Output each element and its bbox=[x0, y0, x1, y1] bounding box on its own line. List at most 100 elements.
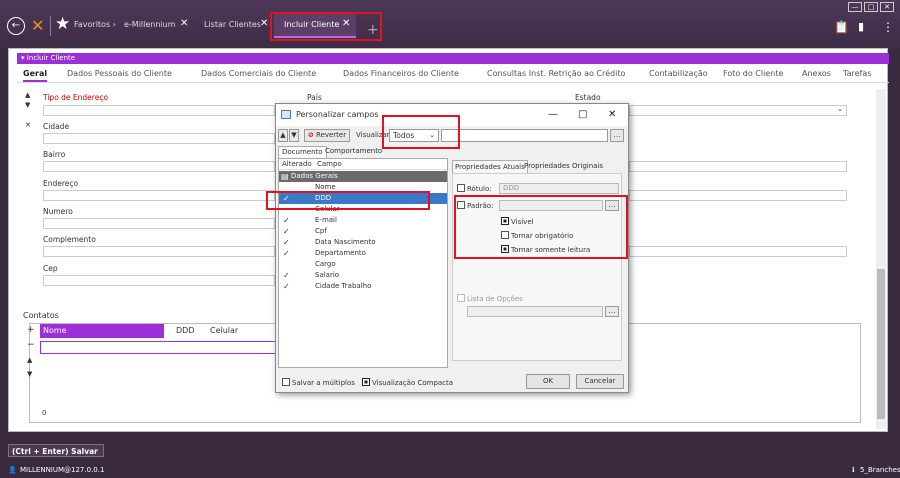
checkbox[interactable] bbox=[282, 378, 290, 386]
tab-dados-financeiros[interactable]: Dados Financeiros do Cliente bbox=[343, 69, 459, 78]
tree-row-cargo[interactable]: Cargo bbox=[279, 259, 447, 270]
tree-group[interactable]: ▤ Dados Gerais bbox=[279, 171, 447, 182]
bairro-field[interactable] bbox=[43, 161, 275, 172]
cidade-field[interactable] bbox=[43, 133, 275, 144]
tab-contabilizacao[interactable]: Contabilização bbox=[649, 69, 708, 78]
tab-propriedades-originais[interactable]: Propriedades Originais bbox=[522, 160, 605, 173]
complemento-right-field[interactable] bbox=[629, 246, 847, 257]
complemento-label: Complemento bbox=[43, 235, 96, 244]
cep-field[interactable] bbox=[43, 275, 275, 286]
close-icon[interactable]: ✕ bbox=[260, 18, 268, 29]
checkmark-icon: ✓ bbox=[283, 282, 290, 291]
browse-button[interactable]: … bbox=[610, 129, 624, 142]
minimize-icon[interactable]: — bbox=[848, 2, 862, 12]
maximize-icon[interactable]: □ bbox=[578, 104, 587, 126]
remove-icon[interactable]: ✕ bbox=[25, 121, 31, 129]
star-icon[interactable]: ★ bbox=[55, 14, 70, 34]
user-status: MILLENNIUM@127.0.0.1 bbox=[20, 466, 105, 474]
ok-button[interactable]: OK bbox=[526, 374, 570, 389]
tab-consultas[interactable]: Consultas Inst. Retrição ao Crédito bbox=[487, 69, 625, 78]
field-name: Cargo bbox=[315, 260, 336, 268]
field-name: Departamento bbox=[315, 249, 366, 257]
highlight-box bbox=[382, 115, 460, 149]
back-icon[interactable]: ← bbox=[7, 17, 25, 35]
move-up-icon[interactable]: ▲ bbox=[27, 356, 32, 364]
numero-field[interactable] bbox=[43, 218, 275, 229]
remove-row-icon[interactable]: − bbox=[27, 340, 35, 350]
tab-comportamento[interactable]: Comportamento bbox=[322, 146, 385, 158]
highlight-box bbox=[270, 12, 382, 41]
millennium-logo-icon[interactable]: ✕ bbox=[31, 16, 44, 35]
tipo-endereco-label: Tipo de Endereço bbox=[43, 93, 109, 102]
column-nome[interactable]: Nome bbox=[40, 324, 164, 338]
move-down-icon[interactable]: ▼ bbox=[27, 370, 32, 378]
tree-row-e-mail[interactable]: ✓ E-mail bbox=[279, 215, 447, 226]
grid-edit-row[interactable] bbox=[40, 341, 277, 354]
lista-opcoes-browse-button[interactable]: … bbox=[605, 306, 619, 317]
save-button[interactable]: (Ctrl + Enter) Salvar bbox=[8, 444, 104, 457]
tab-tarefas[interactable]: Tarefas bbox=[843, 69, 871, 78]
add-row-icon[interactable]: + bbox=[27, 325, 35, 335]
tree-row-salario[interactable]: ✓ Salario bbox=[279, 270, 447, 281]
endereco-field[interactable] bbox=[43, 190, 275, 201]
tab-e-millennium[interactable]: e-Millennium bbox=[124, 20, 176, 29]
rotulo-field[interactable]: DDD bbox=[499, 183, 619, 194]
tab-foto[interactable]: Foto do Cliente bbox=[723, 69, 783, 78]
reverter-button[interactable]: ⊘ Reverter bbox=[304, 129, 350, 142]
tab-listar-clientes[interactable]: Listar Clientes bbox=[204, 20, 261, 29]
cidade-label: Cidade bbox=[43, 122, 70, 131]
field-name: Data Nascimento bbox=[315, 238, 376, 246]
close-window-icon[interactable]: ✕ bbox=[880, 2, 894, 12]
tab-documento[interactable]: Documento bbox=[278, 146, 327, 158]
tab-propriedades-atuais[interactable]: Propriedades Atuais bbox=[452, 160, 528, 173]
tab-favoritos[interactable]: Favoritos › bbox=[74, 20, 116, 29]
checkbox[interactable] bbox=[457, 294, 465, 302]
lista-opcoes-field[interactable] bbox=[467, 306, 603, 317]
scroll-thumb[interactable] bbox=[877, 269, 885, 419]
fields-tree: Alterado Campo ▤ Dados Gerais Nome ✓ DDD Cel… bbox=[278, 158, 448, 368]
minimize-icon[interactable]: — bbox=[548, 104, 558, 126]
scrollbar[interactable] bbox=[876, 89, 886, 429]
close-icon[interactable]: ✕ bbox=[180, 18, 188, 29]
salvar-multiplos-checkbox[interactable]: Salvar a múltiplos bbox=[282, 378, 355, 387]
search-input[interactable] bbox=[441, 129, 608, 142]
column-ddd[interactable]: DDD bbox=[176, 324, 194, 338]
cancelar-button[interactable]: Cancelar bbox=[576, 374, 624, 389]
complemento-field[interactable] bbox=[43, 246, 275, 257]
move-down-icon[interactable]: ▼ bbox=[289, 129, 299, 142]
field-name: Salario bbox=[315, 271, 340, 279]
column-campo[interactable]: Campo bbox=[317, 160, 342, 168]
tab-anexos[interactable]: Anexos bbox=[802, 69, 831, 78]
checkbox[interactable] bbox=[457, 184, 465, 192]
chat-icon[interactable]: ▮ bbox=[858, 20, 864, 33]
tab-geral[interactable]: Geral bbox=[23, 69, 48, 82]
pais-label: País bbox=[307, 93, 322, 102]
column-celular[interactable]: Celular bbox=[210, 324, 238, 338]
endereco-label: Endereço bbox=[43, 179, 79, 188]
numero-label: Numero bbox=[43, 207, 73, 216]
column-alterado[interactable]: Alterado bbox=[282, 160, 312, 168]
maximize-icon[interactable]: □ bbox=[864, 2, 878, 12]
move-up-icon[interactable]: ▲ bbox=[25, 91, 30, 99]
rotulo-checkbox[interactable]: Rótulo: bbox=[457, 184, 492, 193]
checkbox[interactable] bbox=[362, 378, 370, 386]
estado-select[interactable]: ⌄ bbox=[629, 105, 847, 116]
move-up-icon[interactable]: ▲ bbox=[278, 129, 288, 142]
field-name: Cidade Trabalho bbox=[315, 282, 372, 290]
visualizacao-compacta-checkbox[interactable]: Visualização Compacta bbox=[362, 378, 453, 387]
close-icon[interactable]: ✕ bbox=[608, 104, 616, 126]
clipboard-icon[interactable]: 📋 bbox=[834, 20, 849, 34]
move-down-icon[interactable]: ▼ bbox=[25, 101, 30, 109]
tree-row-departamento[interactable]: ✓ Departamento bbox=[279, 248, 447, 259]
tree-row-cpf[interactable]: ✓ Cpf bbox=[279, 226, 447, 237]
tree-row-data-nascimento[interactable]: ✓ Data Nascimento bbox=[279, 237, 447, 248]
endereco-right-field[interactable] bbox=[629, 190, 847, 201]
tipo-endereco-field[interactable] bbox=[43, 105, 275, 116]
tab-dados-comerciais[interactable]: Dados Comerciais do Cliente bbox=[201, 69, 316, 78]
more-menu-icon[interactable]: ⋮ bbox=[882, 20, 894, 34]
bairro-right-field[interactable] bbox=[629, 161, 847, 172]
tree-row-cidade-trabalho[interactable]: ✓ Cidade Trabalho bbox=[279, 281, 447, 292]
section-header[interactable]: ▾ Incluir Cliente bbox=[17, 53, 889, 64]
tab-dados-pessoais[interactable]: Dados Pessoais do Cliente bbox=[67, 69, 172, 78]
lista-opcoes-checkbox[interactable]: Lista de Opções bbox=[457, 294, 523, 303]
